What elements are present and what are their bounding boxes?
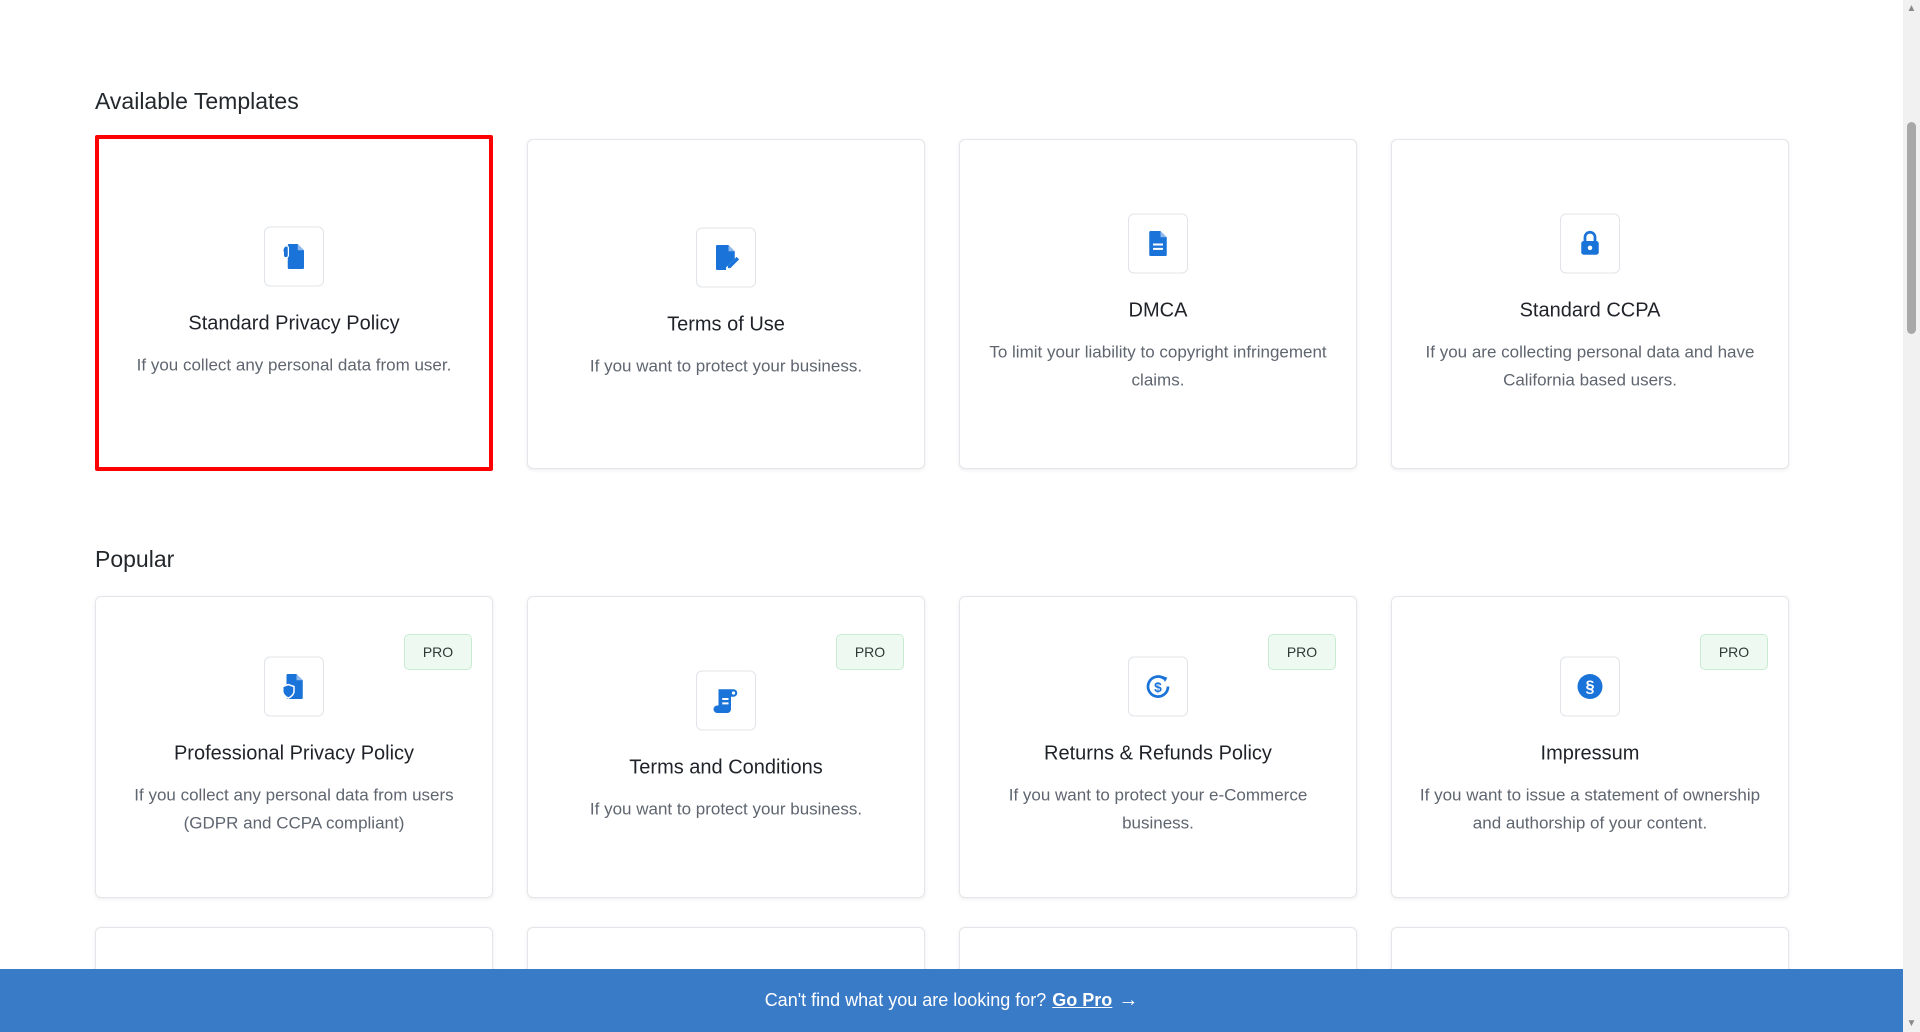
available-templates-heading: Available Templates xyxy=(95,88,299,114)
template-card-terms-of-use[interactable]: Terms of Use If you want to protect your… xyxy=(527,139,925,469)
template-card-impressum[interactable]: PRO § Impressum If you want to issue a s… xyxy=(1391,596,1789,898)
template-card-returns-refunds-policy[interactable]: PRO $ Returns & Refunds Policy If you wa… xyxy=(959,596,1357,898)
card-title: Terms and Conditions xyxy=(629,756,823,779)
card-description: If you collect any personal data from us… xyxy=(134,785,454,833)
template-card-professional-privacy-policy[interactable]: PRO Professional Privacy Policy If you c… xyxy=(95,596,493,898)
svg-text:§: § xyxy=(1585,678,1594,696)
scroll-up-arrow-icon[interactable]: ▲ xyxy=(1903,0,1920,17)
card-description: To limit your liability to copyright inf… xyxy=(989,342,1327,390)
page-viewport: Available Templates Standard Privacy Pol… xyxy=(0,0,1903,1032)
card-description: If you want to protect your e-Commerce b… xyxy=(1008,785,1308,833)
template-card-dmca[interactable]: DMCA To limit your liability to copyrigh… xyxy=(959,139,1357,469)
section-sign-icon: § xyxy=(1560,656,1620,717)
template-card-terms-and-conditions[interactable]: PRO Terms and Conditions If you want to … xyxy=(527,596,925,898)
privacy-document-icon xyxy=(264,226,324,287)
refund-dollar-icon: $ xyxy=(1128,656,1188,717)
svg-text:$: $ xyxy=(1154,680,1162,695)
card-title: Returns & Refunds Policy xyxy=(1044,742,1272,765)
document-lines-icon xyxy=(1128,213,1188,274)
card-title: Professional Privacy Policy xyxy=(173,742,415,765)
card-description: If you are collecting personal data and … xyxy=(1425,342,1755,390)
scroll-icon xyxy=(696,670,756,731)
arrow-right-icon: → xyxy=(1118,989,1139,1011)
scroll-thumb[interactable] xyxy=(1907,122,1916,334)
card-title: Standard CCPA xyxy=(1519,299,1661,322)
card-description: If you want to protect your business. xyxy=(589,356,863,376)
pro-badge: PRO xyxy=(836,634,904,670)
card-title: Standard Privacy Policy xyxy=(188,312,400,335)
template-card-standard-ccpa[interactable]: Standard CCPA If you are collecting pers… xyxy=(1391,139,1789,469)
vertical-scrollbar[interactable]: ▲ ▼ xyxy=(1903,0,1920,1032)
card-description: If you want to issue a statement of owne… xyxy=(1419,785,1761,833)
shield-document-icon xyxy=(264,656,324,717)
document-edit-icon xyxy=(696,227,756,288)
lock-icon xyxy=(1560,213,1620,274)
banner-text: Can't find what you are looking for? xyxy=(764,990,1047,1010)
card-description: If you want to protect your business. xyxy=(589,799,863,819)
go-pro-link[interactable]: Go Pro xyxy=(1052,990,1112,1011)
template-card-standard-privacy-policy[interactable]: Standard Privacy Policy If you collect a… xyxy=(95,135,493,471)
card-description: If you collect any personal data from us… xyxy=(136,355,452,375)
popular-heading: Popular xyxy=(95,546,175,572)
card-title: Terms of Use xyxy=(667,313,785,336)
go-pro-banner: Can't find what you are looking for? Go … xyxy=(0,969,1903,1032)
card-title: Impressum xyxy=(1540,742,1640,765)
scroll-down-arrow-icon[interactable]: ▼ xyxy=(1903,1015,1920,1032)
card-title: DMCA xyxy=(1128,299,1188,322)
